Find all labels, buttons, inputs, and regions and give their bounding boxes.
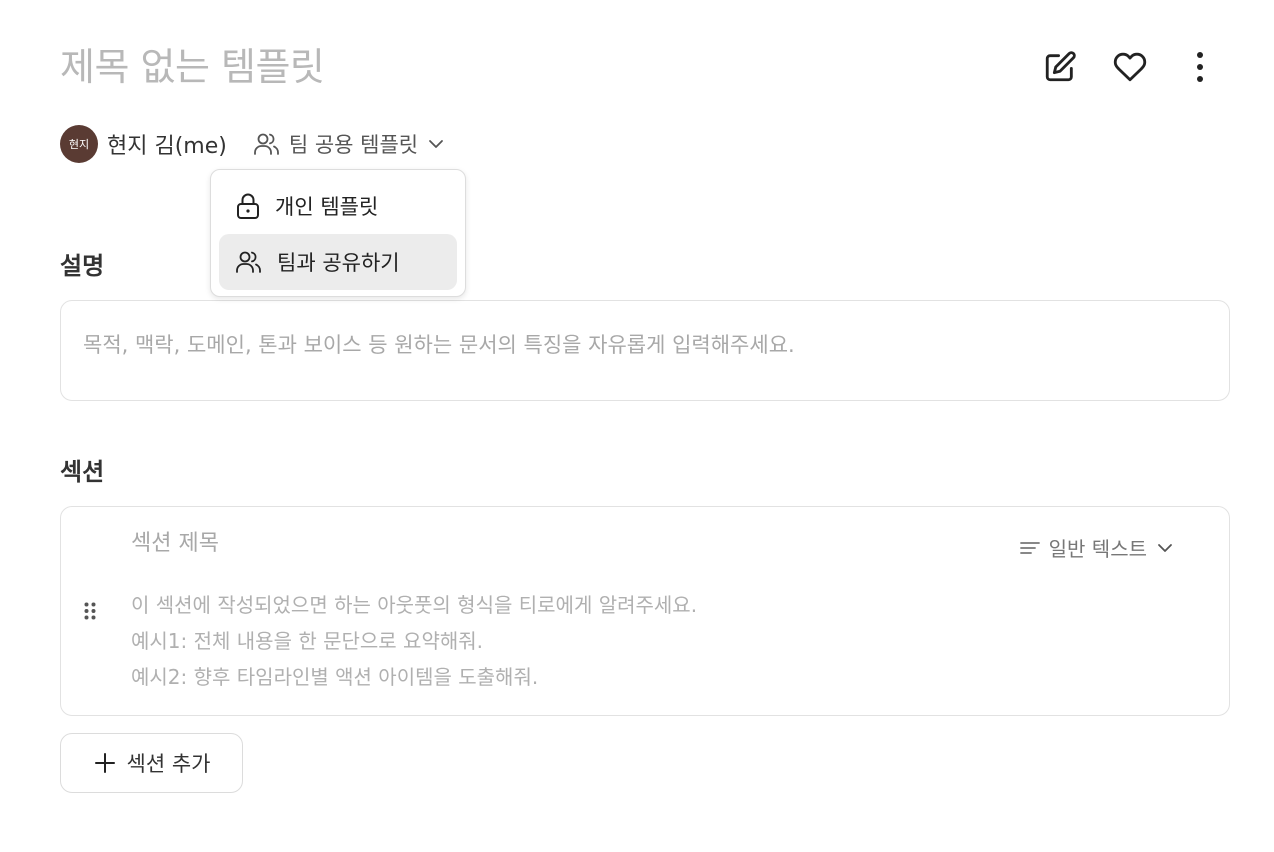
more-options-button[interactable]: [1180, 44, 1220, 90]
section-card: 일반 텍스트: [60, 506, 1230, 716]
edit-icon: [1045, 51, 1076, 82]
plus-icon: [94, 753, 115, 773]
favorite-button[interactable]: [1110, 44, 1150, 90]
add-section-label: 섹션 추가: [126, 752, 211, 776]
meta-row: 현지 현지 김(me) 팀 공용 템플릿: [60, 124, 446, 164]
lock-icon: [237, 193, 259, 219]
section-type-label: 일반 텍스트: [1048, 537, 1147, 561]
share-scope-menu: 개인 템플릿 팀과 공유하기: [210, 169, 466, 297]
menu-item-label: 개인 템플릿: [275, 195, 379, 219]
users-icon: [253, 132, 281, 156]
chevron-down-icon: [426, 134, 446, 154]
section-type-select[interactable]: 일반 텍스트: [1019, 533, 1175, 562]
users-icon: [236, 251, 261, 273]
menu-item-share-with-team[interactable]: 팀과 공유하기: [219, 234, 457, 290]
share-scope-label: 팀 공용 템플릿: [288, 133, 419, 157]
description-input[interactable]: [61, 301, 1229, 400]
template-editor: 제목 없는 템플릿 현지 현지 김(me) 팀 공용 템플릿 개인 템플릿 팀과…: [0, 0, 1274, 852]
more-vertical-icon: [1197, 52, 1203, 82]
share-scope-select[interactable]: 팀 공용 템플릿: [253, 129, 446, 159]
edit-button[interactable]: [1040, 44, 1080, 90]
section-body-input[interactable]: [131, 587, 1131, 697]
author-name: 현지 김(me): [107, 134, 227, 159]
add-section-button[interactable]: 섹션 추가: [60, 733, 243, 793]
drag-handle[interactable]: [83, 601, 97, 625]
drag-handle-icon: [84, 602, 96, 620]
menu-item-label: 팀과 공유하기: [277, 251, 400, 275]
text-lines-icon: [1019, 541, 1040, 554]
description-heading: 설명: [60, 252, 105, 280]
heart-icon: [1113, 52, 1147, 82]
description-box: [60, 300, 1230, 401]
sections-heading: 섹션: [60, 458, 105, 486]
template-title[interactable]: 제목 없는 템플릿: [60, 40, 325, 94]
top-actions: [1040, 44, 1220, 90]
avatar: 현지: [60, 125, 98, 163]
menu-item-private-template[interactable]: 개인 템플릿: [219, 178, 457, 234]
section-title-input[interactable]: [131, 531, 831, 556]
chevron-down-icon: [1158, 543, 1172, 552]
